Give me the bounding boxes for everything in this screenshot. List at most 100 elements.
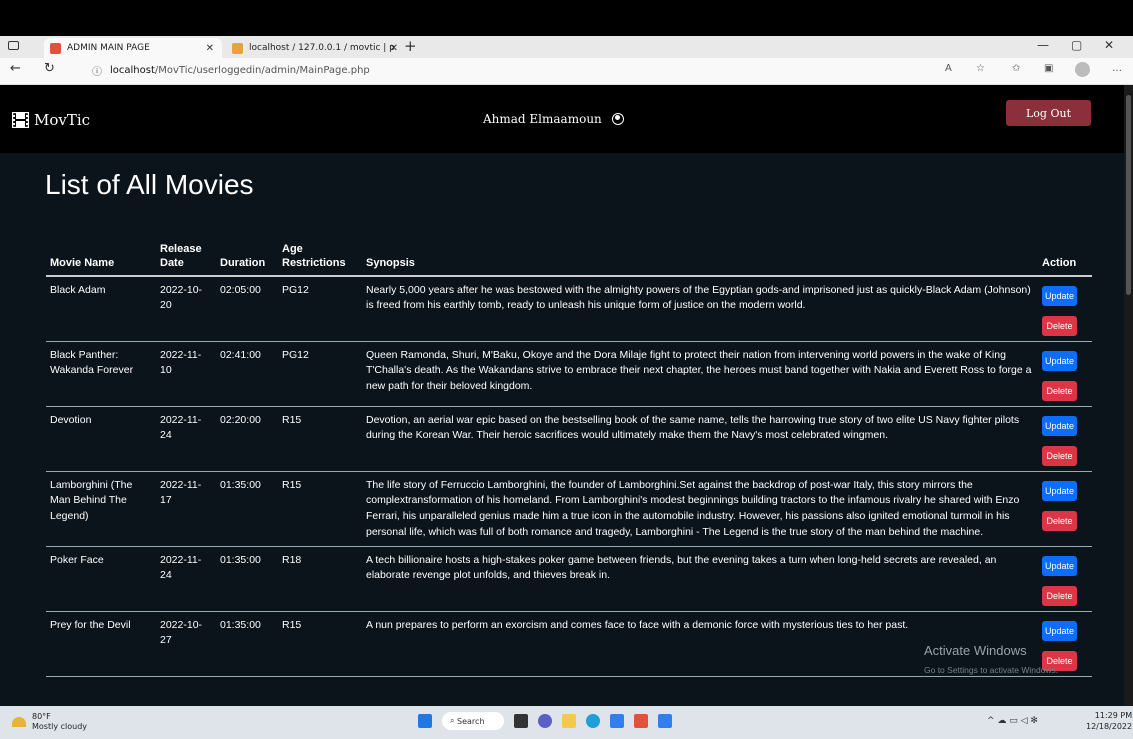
age-restriction: PG12 <box>278 341 362 407</box>
delete-button[interactable]: Delete <box>1042 380 1077 401</box>
scrollbar-thumb[interactable] <box>1126 95 1131 295</box>
close-window-icon[interactable]: ✕ <box>1104 38 1114 52</box>
search-icon: ⌕ <box>450 716 455 725</box>
film-icon <box>12 112 29 128</box>
update-button[interactable]: Update <box>1042 350 1077 371</box>
collections-icon[interactable]: ▣ <box>1044 63 1053 74</box>
table-row: Black Adam 2022-10-20 02:05:00 PG12 Near… <box>46 275 1092 342</box>
url-field[interactable]: ⓘ localhost/MovTic/userloggedin/admin/Ma… <box>92 63 370 78</box>
action-cell: Update Delete <box>1038 546 1092 612</box>
release-date: 2022-10-20 <box>156 275 216 342</box>
table-row: Poker Face 2022-11-24 01:35:00 R18 A tec… <box>46 546 1092 612</box>
xampp-icon[interactable] <box>634 714 648 728</box>
weather-widget[interactable]: 80°F Mostly cloudy <box>12 712 87 731</box>
synopsis: The life story of Ferruccio Lamborghini,… <box>362 471 1038 547</box>
movies-table: Movie Name Release Date Duration Age Res… <box>46 243 1092 677</box>
page-title: List of All Movies <box>45 169 254 200</box>
update-button[interactable]: Update <box>1042 415 1077 436</box>
tab-favicon-icon <box>232 42 243 54</box>
movie-name: Black Adam <box>46 275 156 342</box>
update-button[interactable]: Update <box>1042 620 1077 641</box>
tab-title: ADMIN MAIN PAGE <box>67 43 150 53</box>
delete-button[interactable]: Delete <box>1042 315 1077 336</box>
update-button[interactable]: Update <box>1042 285 1077 306</box>
update-button[interactable]: Update <box>1042 480 1077 501</box>
brand-logo[interactable]: MovTic <box>12 111 90 129</box>
tab-admin-main-page[interactable]: ADMIN MAIN PAGE ✕ <box>44 38 222 58</box>
maximize-icon[interactable]: ▢ <box>1071 38 1082 52</box>
chat-icon[interactable] <box>538 714 552 728</box>
activate-windows-title: Activate Windows <box>924 643 1027 658</box>
edge-icon[interactable] <box>586 714 600 728</box>
taskbar-apps: ⌕ Search <box>418 712 672 730</box>
page-scrollbar[interactable] <box>1124 85 1133 706</box>
favorite-icon[interactable]: ☆ <box>976 63 985 74</box>
table-header-row: Movie Name Release Date Duration Age Res… <box>46 243 1092 277</box>
info-icon: ⓘ <box>92 67 102 78</box>
release-date: 2022-11-17 <box>156 471 216 547</box>
close-tab-icon[interactable]: ✕ <box>206 43 214 54</box>
weather-icon <box>12 716 26 727</box>
more-icon[interactable]: … <box>1112 63 1122 74</box>
site-navbar: MovTic Ahmad Elmaamoun Log Out <box>0 85 1133 153</box>
system-tray[interactable]: ^ ☁ ▭ ◁ ✻ <box>987 716 1038 726</box>
logout-button[interactable]: Log Out <box>1006 100 1091 126</box>
table-row: Black Panther: Wakanda Forever 2022-11-1… <box>46 341 1092 407</box>
action-cell: Update Delete <box>1038 341 1092 407</box>
delete-button[interactable]: Delete <box>1042 445 1077 466</box>
store-icon[interactable] <box>610 714 624 728</box>
delete-button[interactable]: Delete <box>1042 510 1077 531</box>
minimize-icon[interactable]: — <box>1037 38 1049 52</box>
movie-name: Poker Face <box>46 546 156 612</box>
taskbar-search[interactable]: ⌕ Search <box>442 712 504 730</box>
new-tab-icon[interactable]: + <box>404 37 417 55</box>
user-name: Ahmad Elmaamoun <box>483 112 602 126</box>
movie-name: Black Panther: Wakanda Forever <box>46 341 156 407</box>
window-menu-icon[interactable] <box>8 41 19 50</box>
notepad-icon[interactable] <box>658 714 672 728</box>
release-date: 2022-11-24 <box>156 546 216 612</box>
duration: 02:05:00 <box>216 275 278 342</box>
url-host: localhost <box>110 65 155 76</box>
update-button[interactable]: Update <box>1042 555 1077 576</box>
tab-favicon-icon <box>50 42 61 54</box>
age-restriction: R15 <box>278 611 362 677</box>
user-info: Ahmad Elmaamoun <box>483 112 624 126</box>
table-row: Lamborghini (The Man Behind The Legend) … <box>46 471 1092 547</box>
delete-button[interactable]: Delete <box>1042 585 1077 606</box>
duration: 01:35:00 <box>216 471 278 547</box>
duration: 01:35:00 <box>216 546 278 612</box>
table-row: Devotion 2022-11-24 02:20:00 R15 Devotio… <box>46 406 1092 472</box>
action-cell: Update Delete <box>1038 471 1092 547</box>
refresh-icon[interactable]: ↻ <box>44 61 55 76</box>
release-date: 2022-11-10 <box>156 341 216 407</box>
clock-time: 11:29 PM <box>1094 711 1133 720</box>
tab-phpmyadmin[interactable]: localhost / 127.0.0.1 / movtic | p ✕ <box>226 38 406 58</box>
page-viewport: MovTic Ahmad Elmaamoun Log Out List of A… <box>0 85 1133 706</box>
start-icon[interactable] <box>418 714 432 728</box>
back-icon[interactable]: ← <box>10 61 21 76</box>
close-tab-icon[interactable]: ✕ <box>390 43 398 54</box>
activate-windows-subtitle: Go to Settings to activate Windows. <box>924 665 1059 675</box>
movie-name: Prey for the Devil <box>46 611 156 677</box>
taskbar-clock[interactable]: 11:29 PM 12/18/2022 <box>1086 711 1132 733</box>
screen-top-bar <box>0 0 1133 36</box>
duration: 02:41:00 <box>216 341 278 407</box>
column-header-action: Action <box>1038 243 1092 277</box>
synopsis: Queen Ramonda, Shuri, M'Baku, Okoye and … <box>362 341 1038 407</box>
weather-condition: Mostly cloudy <box>32 721 87 731</box>
movie-name: Lamborghini (The Man Behind The Legend) <box>46 471 156 547</box>
task-view-icon[interactable] <box>514 714 528 728</box>
release-date: 2022-11-24 <box>156 406 216 472</box>
duration: 02:20:00 <box>216 406 278 472</box>
duration: 01:35:00 <box>216 611 278 677</box>
column-header-age-restrictions: Age Restrictions <box>278 243 362 277</box>
age-restriction: R18 <box>278 546 362 612</box>
user-circle-icon[interactable] <box>611 113 624 125</box>
read-aloud-icon[interactable]: A <box>945 63 952 74</box>
profile-avatar[interactable] <box>1075 62 1090 77</box>
action-cell: Update Delete <box>1038 275 1092 342</box>
file-explorer-icon[interactable] <box>562 714 576 728</box>
favorites-icon[interactable]: ✩ <box>1012 63 1020 74</box>
synopsis: Devotion, an aerial war epic based on th… <box>362 406 1038 472</box>
